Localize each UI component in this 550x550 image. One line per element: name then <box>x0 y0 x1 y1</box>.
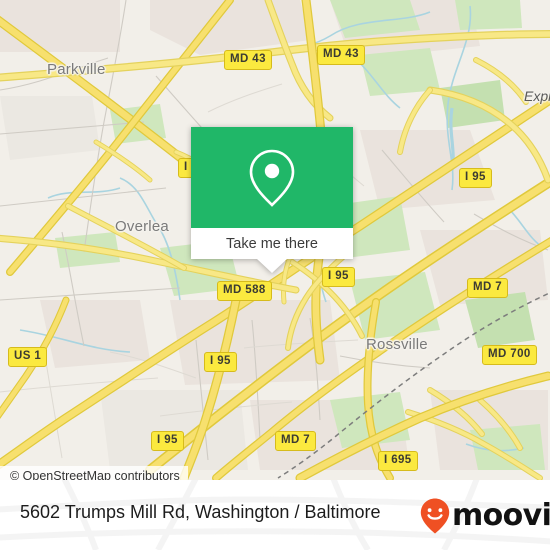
moovit-map-screen: .landuse-res { fill:#eae3dd; } .landuse-… <box>0 0 550 550</box>
popup-header <box>191 127 353 228</box>
popup-footer[interactable]: Take me there <box>191 228 353 273</box>
footer-bar: 5602 Trumps Mill Rd, Washington / Baltim… <box>0 480 550 550</box>
shield-md-43-east: MD 43 <box>317 45 365 65</box>
shield-md-43-west: MD 43 <box>224 50 272 70</box>
shield-i-95-bottom: I 95 <box>151 431 184 451</box>
shield-md-700: MD 700 <box>482 345 537 365</box>
address-label: 5602 Trumps Mill Rd, Washington / Baltim… <box>20 502 381 522</box>
shield-md-588: MD 588 <box>217 281 272 301</box>
place-label-parkville: Parkville <box>47 61 106 78</box>
place-label-rossville: Rossville <box>366 336 428 353</box>
shield-md-7-upper: MD 7 <box>467 278 509 298</box>
shield-us-1: US 1 <box>8 347 48 367</box>
osm-attribution[interactable]: © OpenStreetMap contributors <box>0 466 188 480</box>
map-pin-icon <box>249 149 295 207</box>
shield-i-95-upper: I 95 <box>459 168 492 188</box>
place-label-overlea: Overlea <box>115 218 169 235</box>
shield-md-7-bottom: MD 7 <box>275 431 317 451</box>
road-name-expressway: Expr <box>524 88 550 104</box>
moovit-pin-icon <box>420 498 450 534</box>
take-me-there-label: Take me there <box>226 235 318 252</box>
destination-popup-card[interactable]: Take me there <box>191 127 353 273</box>
popup-tail-pointer <box>257 259 287 273</box>
shield-i-695: I 695 <box>378 451 418 471</box>
shield-i-95-left: I 95 <box>204 352 237 372</box>
moovit-wordmark: moovit <box>452 498 550 533</box>
shield-i-95-center: I 95 <box>322 267 355 287</box>
moovit-logo[interactable]: moovit <box>420 498 550 534</box>
map-canvas[interactable]: .landuse-res { fill:#eae3dd; } .landuse-… <box>0 0 550 480</box>
